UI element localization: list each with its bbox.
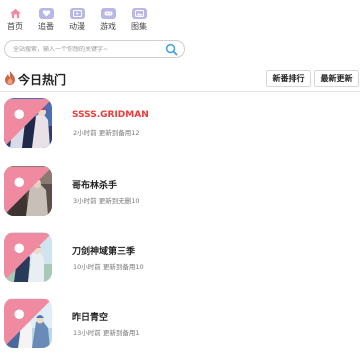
list-item[interactable]: 昨日青空 13小时前 更新到备用1 bbox=[0, 298, 360, 352]
nav-label: 首页 bbox=[7, 22, 23, 31]
list-item[interactable]: SSSS.GRIDMAN 2小时前 更新到备用12 bbox=[0, 98, 360, 152]
nav-label: 追番 bbox=[38, 22, 54, 31]
nav-label: 动漫 bbox=[69, 22, 85, 31]
search-input[interactable] bbox=[13, 45, 163, 53]
anime-cover-image bbox=[4, 298, 52, 348]
anime-cover-image bbox=[4, 232, 52, 282]
top-nav: 首页 追番 动漫 游戏 图集 bbox=[0, 8, 154, 36]
nav-item-home[interactable]: 首页 bbox=[0, 8, 30, 36]
home-icon bbox=[8, 8, 23, 19]
search-icon[interactable] bbox=[165, 43, 178, 56]
gallery-icon bbox=[131, 8, 147, 19]
hot-badge-icon bbox=[4, 99, 52, 147]
anime-title: 哥布林杀手 bbox=[72, 181, 118, 191]
update-info: 10小时前 更新到备用10 bbox=[73, 263, 144, 271]
flame-icon bbox=[5, 71, 15, 85]
hot-badge-icon bbox=[4, 167, 52, 215]
search-bar bbox=[4, 40, 185, 58]
anime-title: 刀剑神域第三季 bbox=[72, 247, 136, 257]
section-header: 今日热门 新番排行 最新更新 bbox=[0, 68, 360, 92]
list-item[interactable]: 刀剑神域第三季 10小时前 更新到备用10 bbox=[0, 232, 360, 286]
hot-badge-icon bbox=[4, 299, 52, 347]
game-icon bbox=[100, 8, 116, 19]
tab-new-ranking[interactable]: 新番排行 bbox=[266, 70, 311, 87]
anime-icon bbox=[69, 8, 85, 19]
hot-badge-icon bbox=[4, 233, 52, 281]
nav-item-gallery[interactable]: 图集 bbox=[124, 8, 154, 36]
list-item[interactable]: 哥布林杀手 3小时前 更新到无删10 bbox=[0, 166, 360, 220]
anime-cover-image bbox=[4, 98, 52, 148]
update-info: 2小时前 更新到备用12 bbox=[73, 129, 140, 137]
update-info: 13小时前 更新到备用1 bbox=[73, 329, 140, 337]
anime-cover-image bbox=[4, 166, 52, 216]
follow-icon bbox=[38, 8, 54, 19]
nav-item-anime[interactable]: 动漫 bbox=[62, 8, 92, 36]
update-info: 3小时前 更新到无删10 bbox=[73, 197, 140, 205]
nav-item-follow[interactable]: 追番 bbox=[31, 8, 61, 36]
section-title: 今日热门 bbox=[18, 73, 67, 87]
divider bbox=[0, 91, 360, 92]
nav-item-game[interactable]: 游戏 bbox=[93, 8, 123, 36]
anime-title: 昨日青空 bbox=[72, 313, 109, 323]
anime-title: SSSS.GRIDMAN bbox=[72, 110, 149, 120]
nav-label: 游戏 bbox=[100, 22, 116, 31]
nav-label: 图集 bbox=[131, 22, 147, 31]
tab-latest-update[interactable]: 最新更新 bbox=[314, 70, 359, 87]
